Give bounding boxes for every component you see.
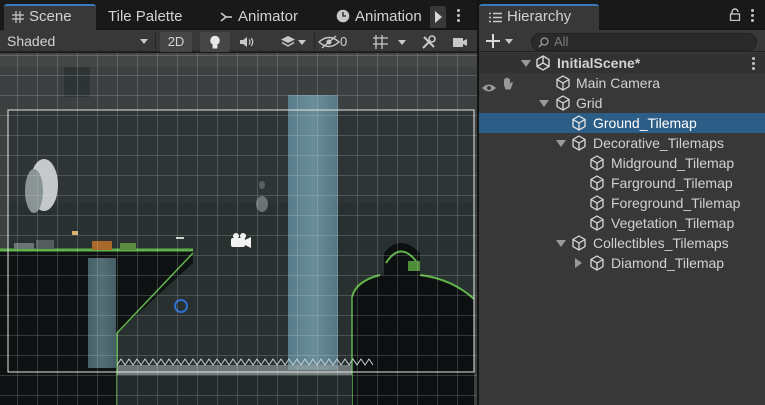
hierarchy-item-main-camera[interactable]: Main Camera: [479, 73, 765, 93]
grid-snap-icon: [372, 35, 389, 53]
lightbulb-icon: [209, 35, 221, 53]
gameobject-icon: [589, 255, 605, 276]
hierarchy-item-label: Decorative_Tilemaps: [593, 135, 724, 151]
tab-hierarchy-label: Hierarchy: [507, 8, 572, 25]
hierarchy-panel: Hierarchy All InitialScene* Main Camera: [479, 0, 765, 405]
tab-tile-palette[interactable]: Tile Palette: [108, 4, 208, 30]
hierarchy-item-collectibles-tilemaps[interactable]: Collectibles_Tilemaps: [479, 233, 765, 253]
hierarchy-item-vegetation-tilemap[interactable]: Vegetation_Tilemap: [479, 213, 765, 233]
toggle-2d-button[interactable]: 2D: [160, 32, 192, 52]
scene-canvas[interactable]: [0, 53, 477, 405]
scene-menu-icon[interactable]: [751, 57, 755, 70]
separator: [155, 33, 156, 49]
audio-toggle-button[interactable]: [232, 32, 262, 52]
tab-overflow-button[interactable]: [430, 6, 446, 28]
toggle-2d-label: 2D: [167, 34, 185, 49]
list-icon: [489, 8, 507, 25]
scene-row[interactable]: InitialScene*: [479, 53, 765, 73]
chevron-down-icon: [398, 40, 406, 45]
scene-menu-icon[interactable]: [456, 9, 460, 22]
video-camera-icon: [452, 37, 468, 52]
tab-tile-palette-label: Tile Palette: [108, 8, 183, 25]
hidden-count: 0: [340, 34, 348, 49]
lock-icon[interactable]: [729, 8, 741, 24]
hidden-objects-toggle[interactable]: 0: [317, 32, 358, 52]
hierarchy-search-input[interactable]: All: [531, 33, 757, 51]
hierarchy-item-grid[interactable]: Grid: [479, 93, 765, 113]
layers-icon: [280, 36, 296, 52]
scene-tabbar: Scene Tile Palette Animator Animation: [0, 0, 477, 30]
tools-button[interactable]: [416, 32, 442, 52]
camera-settings-button[interactable]: [446, 32, 474, 52]
hierarchy-item-label: Ground_Tilemap: [593, 115, 697, 131]
lighting-toggle-button[interactable]: [200, 32, 230, 52]
separator: [314, 33, 315, 49]
scene-grid-overlay: [0, 53, 477, 405]
effects-dropdown[interactable]: [266, 32, 310, 52]
chevron-down-icon: [140, 39, 148, 44]
fold-arrow-icon[interactable]: [519, 53, 531, 73]
scene-name: InitialScene*: [557, 55, 641, 71]
fold-arrow-icon[interactable]: [537, 93, 549, 113]
tab-animation-label: Animation: [355, 8, 422, 25]
chevron-down-icon: [298, 40, 306, 45]
scene-toolbar: Shaded 2D 0: [0, 30, 477, 52]
shading-mode-label: Shaded: [7, 33, 56, 49]
speaker-icon: [239, 37, 255, 52]
hierarchy-item-label: Main Camera: [576, 75, 661, 91]
fold-arrow-icon[interactable]: [554, 233, 566, 253]
tab-animator-label: Animator: [238, 8, 299, 25]
tab-animator[interactable]: Animator: [220, 4, 320, 30]
add-object-button[interactable]: [483, 31, 519, 51]
clock-icon: [336, 8, 355, 25]
fold-arrow-icon[interactable]: [572, 253, 584, 273]
hierarchy-item-label: Foreground_Tilemap: [611, 195, 741, 211]
grid-icon: [12, 8, 29, 25]
hierarchy-item-farground-tilemap[interactable]: Farground_Tilemap: [479, 173, 765, 193]
hierarchy-tabbar: Hierarchy: [479, 0, 765, 30]
tab-scene[interactable]: Scene: [4, 4, 96, 30]
hierarchy-item-label: Grid: [576, 95, 603, 111]
hierarchy-item-label: Vegetation_Tilemap: [611, 215, 735, 231]
play-arrow-icon: [435, 11, 442, 23]
hierarchy-tree: InitialScene* Main Camera Grid Ground_Ti…: [479, 53, 765, 405]
animator-icon: [220, 8, 238, 25]
shading-mode-dropdown[interactable]: Shaded: [0, 30, 152, 52]
scene-viewport[interactable]: [0, 53, 477, 405]
hierarchy-item-label: Collectibles_Tilemaps: [593, 235, 729, 251]
hierarchy-menu-icon[interactable]: [750, 9, 754, 22]
hierarchy-item-diamond-tilemap[interactable]: Diamond_Tilemap: [479, 253, 765, 273]
hierarchy-item-label: Diamond_Tilemap: [611, 255, 725, 271]
hierarchy-item-foreground-tilemap[interactable]: Foreground_Tilemap: [479, 193, 765, 213]
eye-slash-icon: [317, 34, 341, 49]
hierarchy-item-ground-tilemap[interactable]: Ground_Tilemap: [479, 113, 765, 133]
grid-snapping-dropdown[interactable]: [364, 32, 410, 52]
tab-animation[interactable]: Animation: [336, 4, 428, 30]
fold-arrow-icon[interactable]: [554, 133, 566, 153]
hierarchy-toolbar: All: [479, 30, 765, 52]
plus-icon: [485, 33, 501, 52]
wrench-icon: [421, 35, 437, 53]
tab-scene-label: Scene: [29, 8, 72, 25]
hierarchy-item-label: Midground_Tilemap: [611, 155, 735, 171]
tab-hierarchy[interactable]: Hierarchy: [479, 4, 599, 30]
scene-view-panel: Scene Tile Palette Animator Animation Sh…: [0, 0, 477, 405]
search-placeholder: All: [554, 34, 569, 49]
hierarchy-item-midground-tilemap[interactable]: Midground_Tilemap: [479, 153, 765, 173]
hierarchy-item-label: Farground_Tilemap: [611, 175, 733, 191]
hierarchy-item-decorative-tilemaps[interactable]: Decorative_Tilemaps: [479, 133, 765, 153]
chevron-down-icon: [505, 39, 513, 44]
